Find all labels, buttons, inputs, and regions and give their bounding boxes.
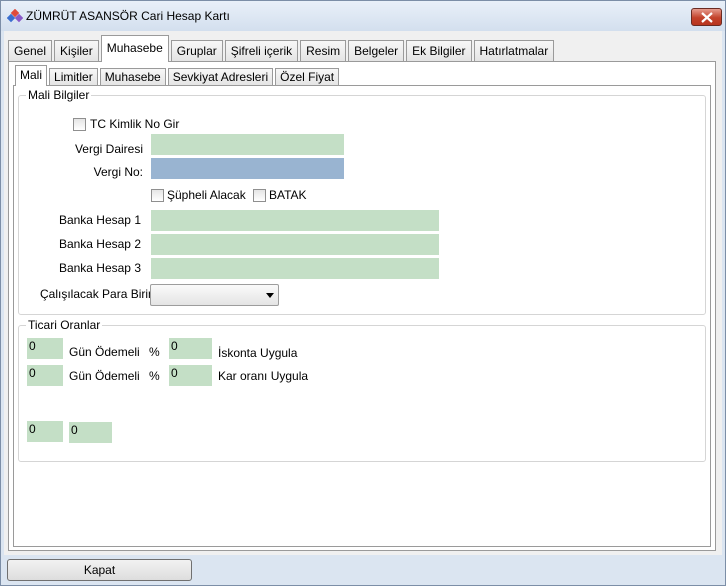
vergi-no-field[interactable] xyxy=(151,158,344,179)
chevron-down-icon xyxy=(266,293,274,298)
gun-odemeli-2-label: Gün Ödemeli xyxy=(69,369,140,383)
title-bar: ZÜMRÜT ASANSÖR Cari Hesap Kartı xyxy=(1,1,725,31)
tab-gruplar[interactable]: Gruplar xyxy=(170,40,223,62)
para-birimi-label: Çalışılacak Para Birimi xyxy=(40,287,161,301)
app-logo-icon xyxy=(7,9,23,23)
tab-hatirlatmalar[interactable]: Hatırlatmalar xyxy=(473,40,555,62)
tab-limitler[interactable]: Limitler xyxy=(49,68,98,86)
percent-2-label: % xyxy=(149,369,160,383)
tab-resim[interactable]: Resim xyxy=(300,40,347,62)
close-window-button[interactable] xyxy=(691,8,722,26)
tab-ozel-fiyat[interactable]: Özel Fiyat xyxy=(275,68,340,86)
kar-orani-uygula-label: Kar oranı Uygula xyxy=(218,369,309,383)
vergi-dairesi-label: Vergi Dairesi xyxy=(74,142,143,156)
supheli-alacak-checkbox[interactable] xyxy=(151,189,164,202)
banka-hesap-3-label: Banka Hesap 3 xyxy=(58,261,141,275)
iskonta-rate-field[interactable]: 0 xyxy=(169,338,212,359)
banka-hesap-1-label: Banka Hesap 1 xyxy=(58,213,141,227)
iskonta-uygula-label: İskonta Uygula xyxy=(218,346,298,360)
batak-checkbox[interactable] xyxy=(253,189,266,202)
ticari-oranlar-legend: Ticari Oranlar xyxy=(26,318,103,332)
supheli-alacak-label: Şüpheli Alacak xyxy=(167,188,246,202)
tab-sevkiyat-adresleri[interactable]: Sevkiyat Adresleri xyxy=(167,68,274,86)
extra-value-1-field[interactable]: 0 xyxy=(27,421,63,442)
para-birimi-select[interactable] xyxy=(150,284,279,306)
mali-bilgiler-legend: Mali Bilgiler xyxy=(26,88,92,102)
gun-odemeli-2-field[interactable]: 0 xyxy=(27,365,63,386)
tab-belgeler[interactable]: Belgeler xyxy=(348,40,405,62)
vergi-dairesi-field[interactable] xyxy=(151,134,344,155)
tc-kimlik-checkbox[interactable] xyxy=(73,118,86,131)
kapat-button[interactable]: Kapat xyxy=(7,559,192,581)
tab-mali[interactable]: Mali xyxy=(15,65,48,86)
mali-panel: Mali Bilgiler TC Kimlik No Gir Vergi Dai… xyxy=(13,85,711,547)
tc-kimlik-label: TC Kimlik No Gir xyxy=(90,117,180,131)
tab-muhasebe[interactable]: Muhasebe xyxy=(100,35,169,62)
extra-value-2-field[interactable]: 0 xyxy=(69,422,112,443)
percent-1-label: % xyxy=(149,345,160,359)
banka-hesap-2-field[interactable] xyxy=(151,234,439,255)
tab-genel[interactable]: Genel xyxy=(8,40,53,62)
muhasebe-panel: Mali Limitler Muhasebe Sevkiyat Adresler… xyxy=(8,61,716,551)
banka-hesap-2-label: Banka Hesap 2 xyxy=(58,237,141,251)
main-tab-strip: Genel Kişiler Muhasebe Gruplar Şifreli i… xyxy=(8,35,556,62)
tab-sub-muhasebe[interactable]: Muhasebe xyxy=(99,68,166,86)
close-icon xyxy=(701,12,713,23)
banka-hesap-1-field[interactable] xyxy=(151,210,439,231)
batak-label: BATAK xyxy=(269,188,307,202)
tab-sifreli-icerik[interactable]: Şifreli içerik xyxy=(224,40,299,62)
footer-bar: Kapat xyxy=(1,555,725,585)
vergi-no-label: Vergi No: xyxy=(93,165,143,179)
tab-ek-bilgiler[interactable]: Ek Bilgiler xyxy=(406,40,472,62)
window: ZÜMRÜT ASANSÖR Cari Hesap Kartı Genel Ki… xyxy=(0,0,726,586)
kar-orani-field[interactable]: 0 xyxy=(169,365,212,386)
client-area: Genel Kişiler Muhasebe Gruplar Şifreli i… xyxy=(4,31,722,555)
tab-kisiler[interactable]: Kişiler xyxy=(54,40,99,62)
gun-odemeli-1-field[interactable]: 0 xyxy=(27,338,63,359)
sub-tab-strip: Mali Limitler Muhasebe Sevkiyat Adresler… xyxy=(15,65,341,86)
gun-odemeli-1-label: Gün Ödemeli xyxy=(69,345,140,359)
banka-hesap-3-field[interactable] xyxy=(151,258,439,279)
window-title: ZÜMRÜT ASANSÖR Cari Hesap Kartı xyxy=(26,9,230,23)
